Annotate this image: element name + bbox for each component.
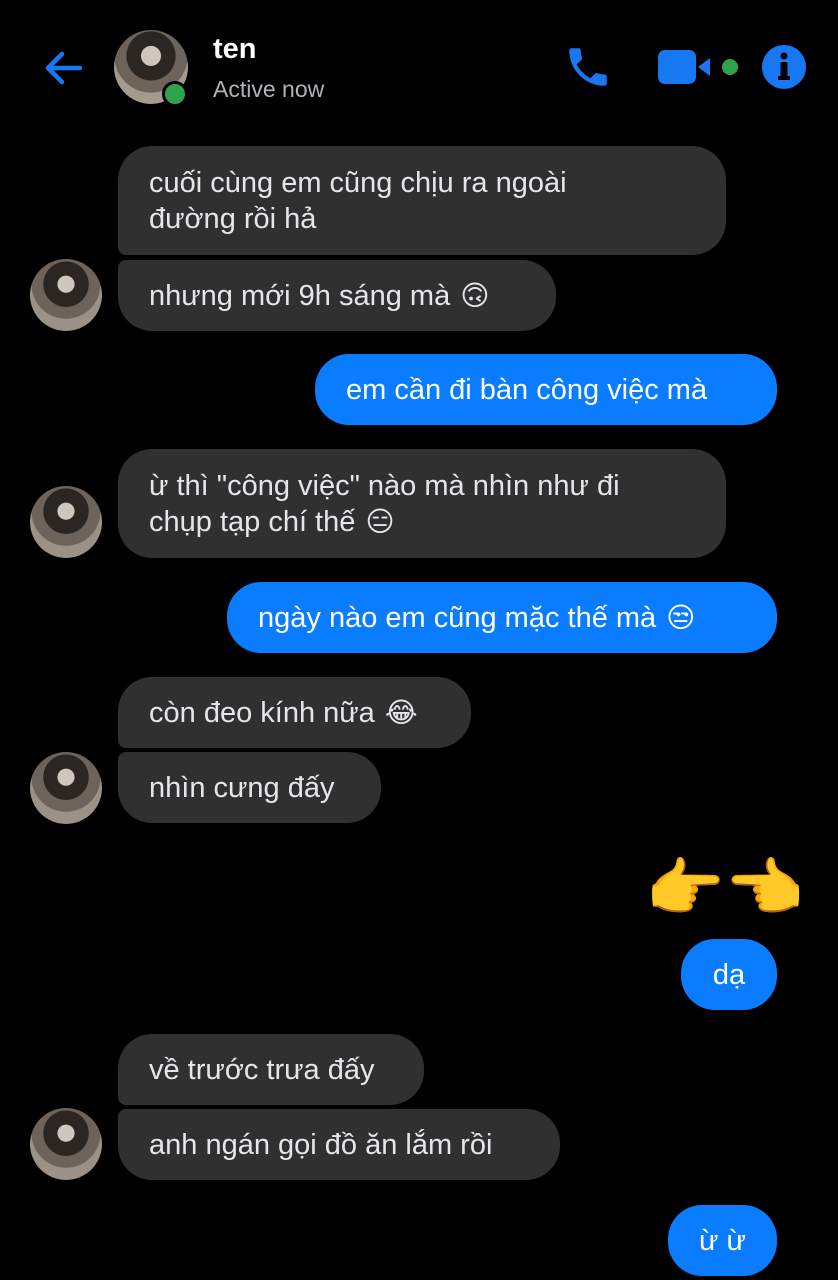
message-incoming[interactable]: nhưng mới 9h sáng mà 🙃 [118,260,556,331]
message-outgoing[interactable]: em cần đi bàn công việc mà [315,354,777,425]
message-text: ừ thì "công việc" nào mà nhìn như đi [149,469,620,502]
message-incoming[interactable]: ừ thì "công việc" nào mà nhìn như đi chụ… [118,449,726,558]
message-incoming[interactable]: còn đeo kính nữa 😂 [118,677,471,748]
contact-avatar-small[interactable] [30,486,102,558]
unamused-face-emoji: 😒 [666,601,696,633]
message-incoming[interactable]: về trước trưa đấy [118,1034,424,1105]
message-outgoing[interactable]: ừ ừ [668,1205,777,1276]
contact-avatar-small[interactable] [30,1108,102,1180]
info-icon[interactable] [761,44,807,90]
message-text: đường rồi hả [149,202,317,235]
message-text: chụp tạp chí thế [149,505,356,538]
message-text: nhưng mới 9h sáng mà [149,279,451,312]
phone-icon[interactable] [563,42,613,92]
contact-name[interactable]: ten [213,33,257,66]
message-text: cuối cùng em cũng chịu ra ngoài [149,166,567,199]
video-camera-icon[interactable] [656,46,742,88]
message-incoming[interactable]: cuối cùng em cũng chịu ra ngoài đường rồ… [118,146,726,255]
contact-avatar-small[interactable] [30,752,102,824]
contact-avatar-small[interactable] [30,259,102,331]
message-outgoing[interactable]: dạ [681,939,777,1010]
active-status: Active now [213,76,325,102]
message-incoming[interactable]: anh ngán gọi đồ ăn lắm rồi [118,1109,560,1180]
pointing-fingers-emoji[interactable]: 👉👈 [645,856,804,920]
upside-down-face-emoji: 🙃 [460,279,490,311]
tears-of-joy-emoji: 😂 [384,696,418,728]
message-text: nhìn cưng đấy [149,771,335,804]
message-text: ngày nào em cũng mặc thế mà [258,601,657,634]
message-outgoing[interactable]: ngày nào em cũng mặc thế mà 😒 [227,582,777,653]
message-text: em cần đi bàn công việc mà [346,373,708,406]
message-text: anh ngán gọi đồ ăn lắm rồi [149,1128,493,1161]
message-text: còn đeo kính nữa [149,696,375,729]
message-text: dạ [712,958,746,991]
online-indicator [162,81,188,107]
back-arrow-icon[interactable] [40,44,88,92]
message-text: ừ ừ [699,1224,746,1257]
message-text: về trước trưa đấy [149,1053,375,1086]
message-incoming[interactable]: nhìn cưng đấy [118,752,381,823]
expressionless-face-emoji: 😑 [365,505,395,537]
